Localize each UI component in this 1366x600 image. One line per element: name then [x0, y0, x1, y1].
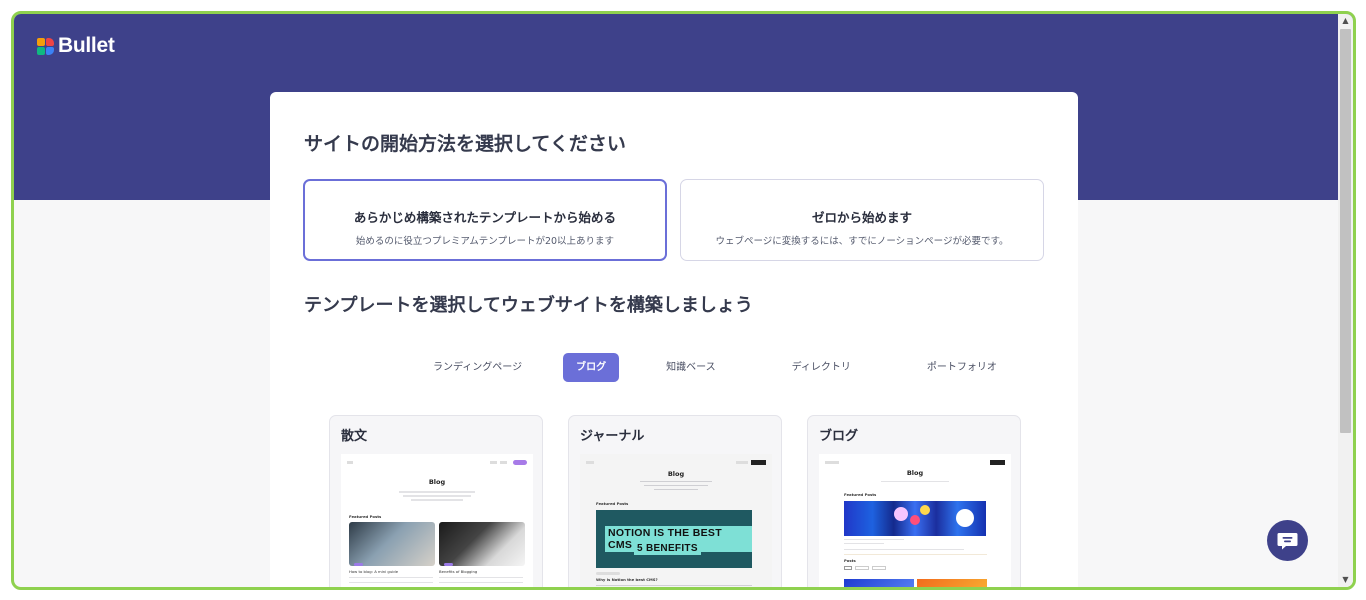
preview-featured-image [844, 501, 986, 536]
preview-post-image [439, 522, 525, 566]
preview-title: Blog [906, 469, 924, 477]
template-card-prose[interactable]: 散文 Blog Featured Posts How to blog: A mi… [329, 415, 543, 587]
template-preview: Blog Featured Posts Posts [819, 454, 1011, 587]
scroll-down-arrow-icon[interactable]: ▼ [1338, 573, 1353, 587]
preview-title: Blog [428, 478, 446, 486]
option-subtitle: 始めるのに役立つプレミアムテンプレートが20以上あります [355, 236, 615, 247]
template-name: 散文 [341, 429, 368, 444]
banner-subheadline: 5 BENEFITS [634, 542, 701, 555]
option-title: あらかじめ構築されたテンプレートから始める [353, 210, 617, 225]
preview-post-image [844, 579, 914, 587]
preview-cta [990, 460, 1005, 465]
chat-launcher-button[interactable] [1267, 520, 1308, 561]
onboarding-card: サイトの開始方法を選択してください あらかじめ構築されたテンプレートから始める … [270, 92, 1078, 587]
tab-portfolio[interactable]: ポートフォリオ [914, 353, 1010, 382]
bullet-logo-icon [37, 37, 54, 55]
option-subtitle: ウェブページに変換するには、すでにノーションページが必要です。 [715, 236, 1009, 247]
tab-landing-page[interactable]: ランディングページ [420, 353, 535, 382]
preview-nav-link [500, 461, 507, 464]
template-name: ジャーナル [580, 429, 645, 444]
option-title: ゼロから始めます [811, 210, 912, 225]
template-card-journal[interactable]: ジャーナル Blog Featured Posts NOTION IS THE … [568, 415, 782, 587]
template-preview: Blog Featured Posts NOTION IS THE BEST C… [580, 454, 772, 587]
page-scrollbar[interactable]: ▲ ▼ [1338, 14, 1353, 587]
option-scratch-start[interactable]: ゼロから始めます ウェブページに変換するには、すでにノーションページが必要です。 [680, 179, 1044, 261]
template-name: ブログ [819, 429, 859, 444]
tab-knowledge-base[interactable]: 知識ベース [653, 353, 729, 382]
tab-blog[interactable]: ブログ [563, 353, 620, 382]
chat-bubble-icon [1277, 533, 1298, 550]
preview-cta [751, 460, 766, 465]
preview-post-title: How to blog: A mini guide [349, 569, 399, 574]
preview-post-title: Why is Notion the best CMS? [596, 577, 658, 582]
preview-nav-link [490, 461, 497, 464]
scroll-up-arrow-icon[interactable]: ▲ [1338, 14, 1353, 28]
brand-name: Bullet [58, 34, 115, 57]
preview-title: Blog [667, 470, 685, 478]
preview-logo [347, 461, 353, 464]
preview-featured-image: NOTION IS THE BEST CMS 5 BENEFITS [596, 510, 752, 568]
page-title: サイトの開始方法を選択してください [304, 133, 626, 155]
preview-post-title: Benefits of Blogging [439, 569, 478, 574]
preview-section-label: Featured Posts [596, 501, 629, 506]
preview-section-label: Featured Posts [844, 492, 877, 497]
preview-section-label: Featured Posts [349, 514, 382, 519]
browser-viewport: Bullet サイトの開始方法を選択してください あらかじめ構築されたテンプレー… [11, 11, 1356, 590]
preview-cta [513, 460, 527, 465]
brand-logo[interactable]: Bullet [37, 34, 115, 58]
template-preview: Blog Featured Posts How to blog: A mini … [341, 454, 533, 587]
preview-posts-label: Posts [844, 558, 856, 563]
scrollbar-thumb[interactable] [1340, 29, 1351, 433]
templates-heading: テンプレートを選択してウェブサイトを構築しましょう [304, 295, 753, 316]
template-card-blog[interactable]: ブログ Blog Featured Posts Posts [807, 415, 1021, 587]
option-template-start[interactable]: あらかじめ構築されたテンプレートから始める 始めるのに役立つプレミアムテンプレー… [303, 179, 667, 261]
preview-post-image [917, 579, 987, 587]
template-category-tabs: ランディングページ ブログ 知識ベース ディレクトリ ポートフォリオ [420, 353, 1010, 382]
tab-directory[interactable]: ディレクトリ [779, 353, 864, 382]
preview-post-image [349, 522, 435, 566]
